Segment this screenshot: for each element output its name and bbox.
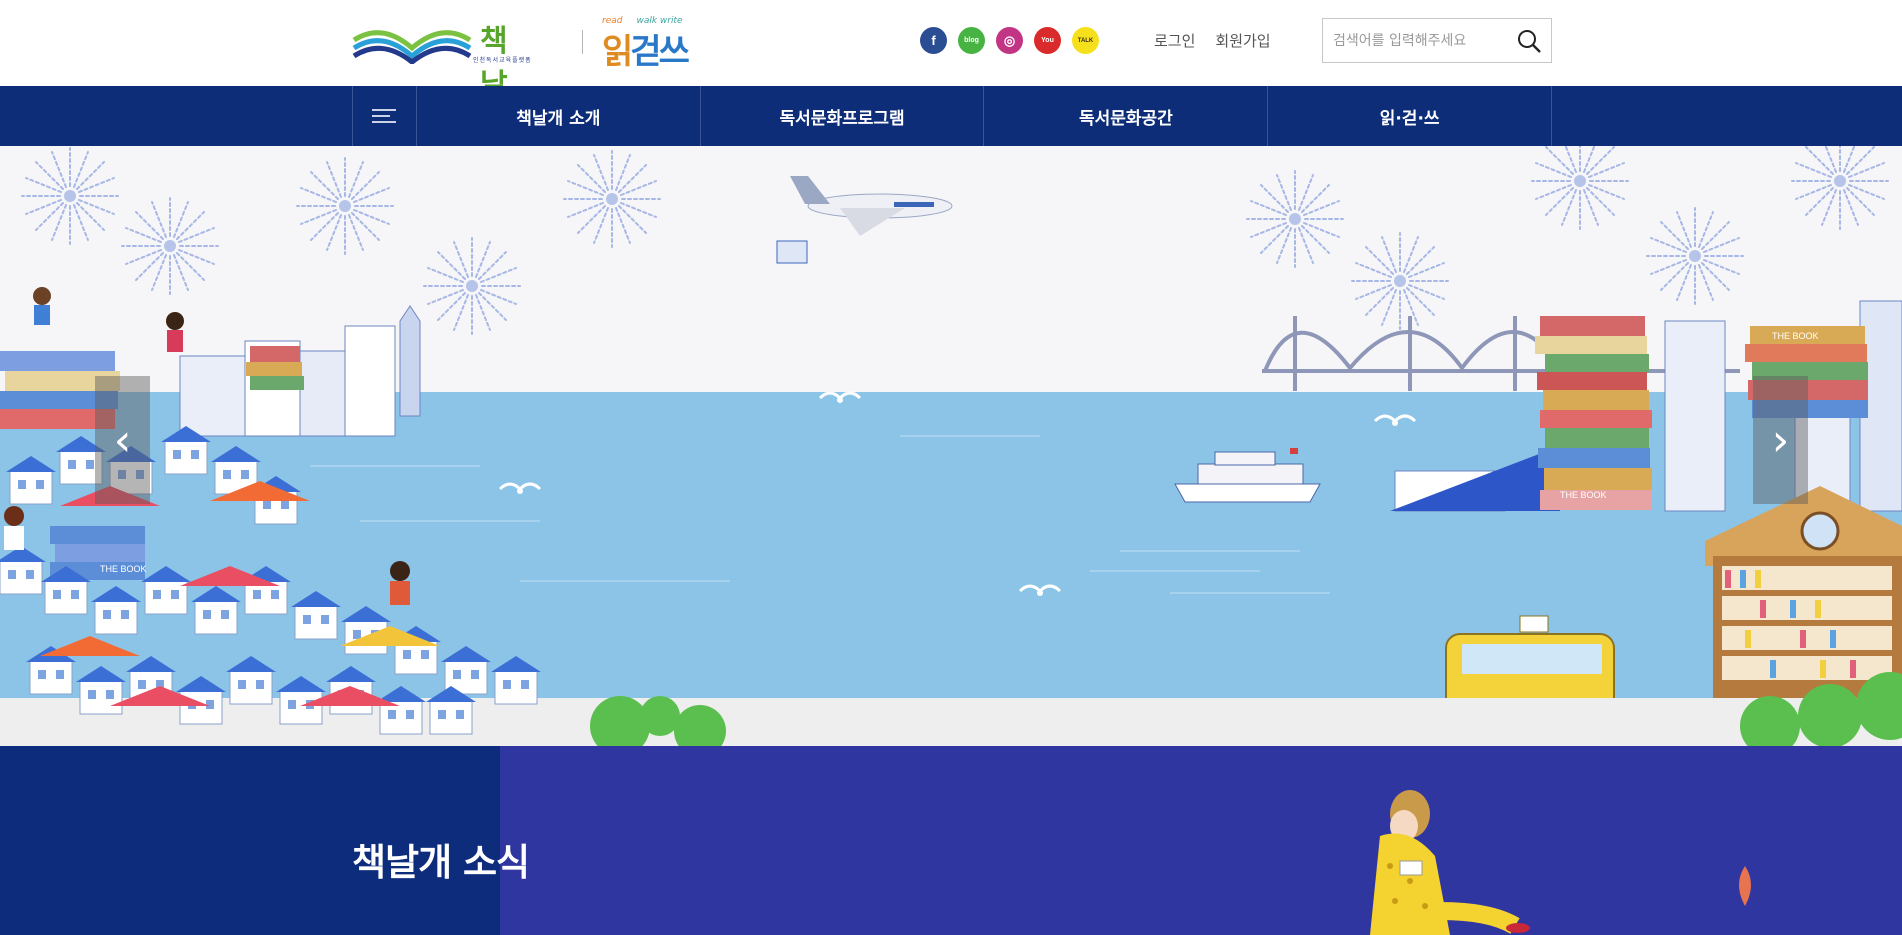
login-link[interactable]: 로그인 (1154, 30, 1195, 51)
hero-illustration: THE BOOK THE BOOK THE BOOK (0, 146, 1902, 746)
logo-subtitle: 인천독서교육플랫폼 (473, 57, 532, 64)
book-logo-icon (352, 30, 472, 64)
svg-text:THE BOOK: THE BOOK (1772, 331, 1819, 341)
read-walk-write-logo[interactable]: read walk write 읽걷쓰 (602, 16, 690, 72)
site-logo[interactable]: 책날개 인천독서교육플랫폼 readwalk write 읽걷쓰 (352, 16, 690, 147)
book-label: THE BOOK (1560, 490, 1607, 500)
instagram-icon[interactable]: ◎ (996, 27, 1023, 54)
slider-prev-button[interactable]: ‹ (95, 376, 150, 504)
hamburger-menu-icon[interactable] (353, 86, 417, 146)
search-box (1322, 18, 1552, 63)
leaf-icon (1739, 866, 1751, 906)
kakaotalk-icon[interactable]: TALK (1072, 27, 1099, 54)
logo2-char-1: 읽 (602, 32, 633, 72)
page: 책날개 인천독서교육플랫폼 readwalk write 읽걷쓰 f blog … (0, 0, 1902, 935)
hero-slider: THE BOOK THE BOOK THE BOOK ‹ › (0, 146, 1902, 746)
nav-item-intro[interactable]: 책날개 소개 (417, 86, 701, 146)
site-header: 책날개 인천독서교육플랫폼 readwalk write 읽걷쓰 f blog … (0, 0, 1902, 147)
news-section-title: 책날개 소식 (352, 841, 530, 884)
youtube-icon[interactable]: You (1034, 27, 1061, 54)
blog-icon[interactable]: blog (958, 27, 985, 54)
logo-divider (582, 30, 583, 54)
facebook-icon[interactable]: f (920, 27, 947, 54)
search-input[interactable] (1333, 29, 1513, 53)
main-nav: 책날개 소개 독서문화프로그램 독서문화공간 읽·걷·쓰 (0, 86, 1902, 146)
logo2-char-2: 걷 (630, 32, 661, 72)
nav-item-read-walk-write[interactable]: 읽·걷·쓰 (1268, 86, 1553, 146)
svg-text:THE BOOK: THE BOOK (100, 564, 147, 574)
nav-item-programs[interactable]: 독서문화프로그램 (701, 86, 985, 146)
search-icon[interactable] (1517, 29, 1541, 53)
main-nav-inner: 책날개 소개 독서문화프로그램 독서문화공간 읽·걷·쓰 (352, 86, 1553, 146)
slider-next-button[interactable]: › (1753, 376, 1808, 504)
reading-girl-illustration (1370, 790, 1530, 935)
social-links: f blog ◎ You TALK (920, 27, 1099, 54)
signup-link[interactable]: 회원가입 (1215, 30, 1270, 51)
logo2-title: 읽걷쓰 (602, 24, 690, 73)
news-section: 책날개 소식 (0, 746, 1902, 935)
logo2-char-3: 쓰 (658, 32, 690, 72)
auth-links: 로그인 회원가입 (1154, 30, 1271, 51)
nav-item-spaces[interactable]: 독서문화공간 (984, 86, 1269, 146)
